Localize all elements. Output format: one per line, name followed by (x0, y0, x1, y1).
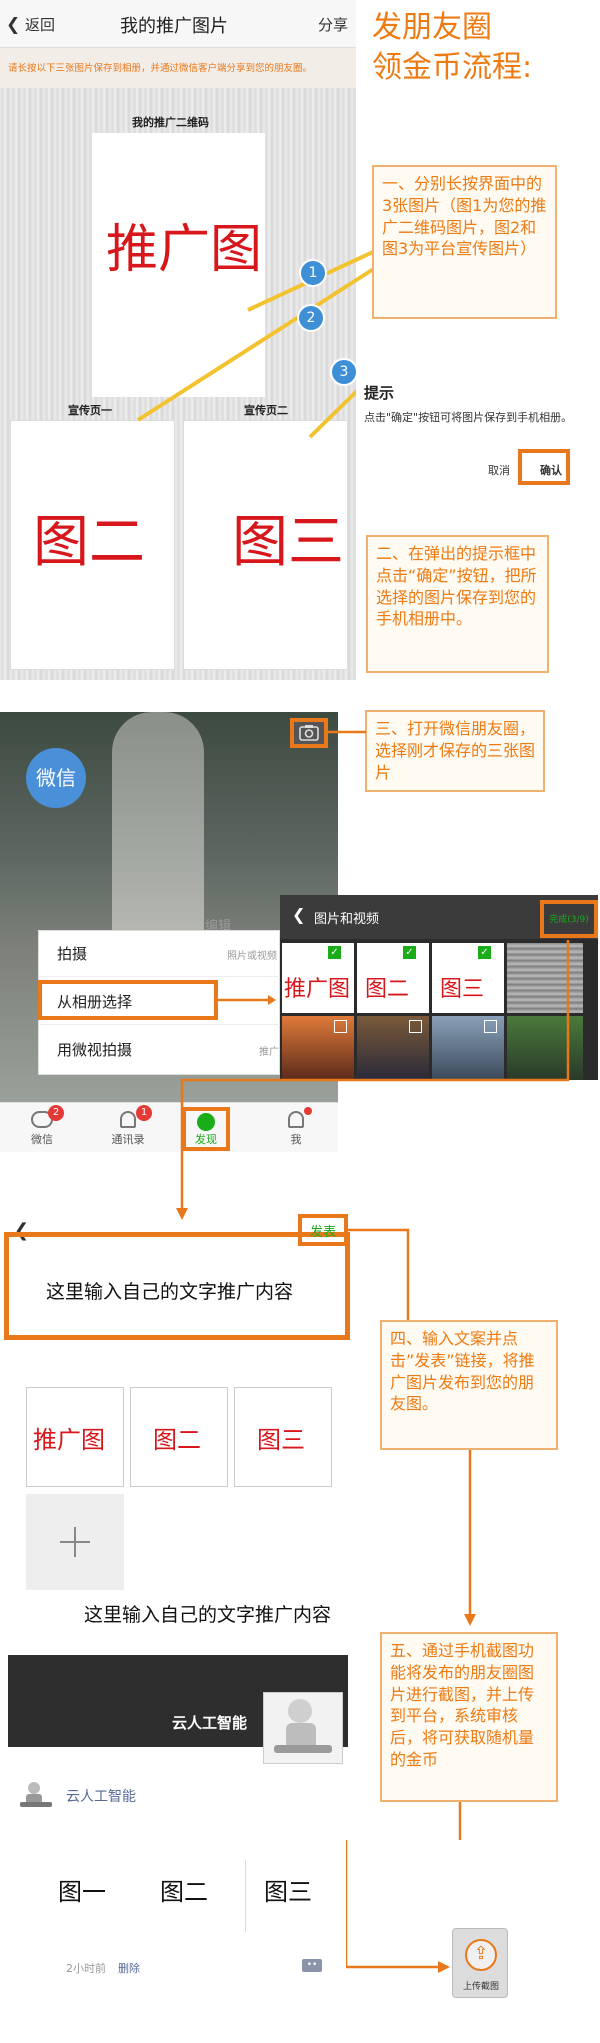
step2-box: 二、在弹出的提示框中点击“确定”按钮，把所选择的图片保存到您的手机相册中。 (366, 535, 549, 673)
upload-label: 上传截图 (462, 1982, 499, 1992)
compose-image-2[interactable]: 图二 (130, 1387, 228, 1487)
compose-image-3[interactable]: 图三 (234, 1387, 332, 1487)
moments-image-3[interactable]: 图三 (264, 1872, 344, 1932)
wechat-avatar[interactable]: 微信 (26, 748, 86, 808)
plus-icon-vertical (74, 1527, 76, 1557)
picker-title: 图片和视频 (314, 912, 380, 927)
camera-connector (328, 730, 366, 734)
flow-connector-b (464, 1450, 476, 1626)
publish-button[interactable]: 发表 (298, 1214, 348, 1246)
compose-image-3-text: 图三 (257, 1426, 305, 1454)
compose-image-1-text: 推广图 (33, 1426, 105, 1454)
publish-connector (348, 1228, 410, 1332)
upload-icon: ⇪ (465, 1939, 497, 1971)
post-delete-link[interactable]: 删除 (118, 1960, 140, 1976)
moments-image-2[interactable]: 图二 (160, 1872, 240, 1932)
compose-image-1[interactable]: 推广图 (26, 1387, 124, 1487)
camera-icon (299, 725, 319, 741)
moments-image-1-text: 图一 (58, 1878, 106, 1906)
compose-input-text[interactable]: 这里输入自己的文字推广内容 (46, 1277, 293, 1304)
post-time: 2小时前 (66, 1962, 106, 1975)
cover-figure (112, 712, 204, 942)
compose-image-2-text: 图二 (153, 1426, 201, 1454)
moments-avatar[interactable] (263, 1692, 343, 1764)
moments-user-name: 云人工智能 (172, 1714, 248, 1732)
post-author-avatar[interactable] (18, 1780, 56, 1810)
moments-image-3-text: 图三 (264, 1878, 312, 1906)
add-image-button[interactable] (26, 1494, 124, 1590)
flow-connector-d (346, 1840, 450, 1973)
number-circle-3: 3 (330, 358, 358, 386)
moments-image-1[interactable]: 图一 (58, 1872, 138, 1932)
robot-avatar-icon (274, 1699, 332, 1753)
confirm-highlight (518, 449, 570, 485)
post-author-name[interactable]: 云人工智能 (66, 1786, 136, 1806)
moments-image-2-text: 图二 (160, 1878, 208, 1906)
robot-small-icon (20, 1782, 52, 1807)
dialog-title: 提示 (364, 384, 395, 402)
moments-divider (245, 1860, 246, 1932)
camera-button[interactable] (290, 718, 328, 748)
process-heading: 发朋友圈 领金币流程: (372, 8, 532, 87)
number-circle-2: 2 (297, 304, 325, 332)
step4-box: 四、输入文案并点击”发表”链接，将推广图片发布到您的朋友图。 (380, 1320, 558, 1450)
compose-caption: 这里输入自己的文字推广内容 (84, 1604, 332, 1626)
picker-back-icon[interactable]: ❮ (292, 905, 305, 924)
flow-connector-a (176, 940, 570, 1220)
upload-screenshot-button[interactable]: ⇪ 上传截图 (452, 1928, 508, 1998)
number-circle-1: 1 (299, 259, 327, 287)
step1-box: 一、分别长按界面中的3张图片（图1为您的推广二维码图片，图2和图3为平台宣传图片… (372, 165, 557, 319)
dialog-message: 点击"确定"按钮可将图片保存到手机相册。 (364, 411, 573, 424)
step3-box: 三、打开微信朋友圈，选择刚才保存的三张图片 (365, 710, 545, 792)
heading-line-2: 领金币流程: (372, 49, 533, 85)
dialog-cancel-button[interactable]: 取消 (488, 462, 510, 478)
step5-box: 五、通过手机截图功能将发布的朋友圈图片进行截图，并上传到平台，系统审核后，将可获… (380, 1632, 558, 1802)
comment-icon[interactable]: •• (302, 1959, 322, 1972)
heading-line-1: 发朋友圈 (372, 10, 492, 45)
